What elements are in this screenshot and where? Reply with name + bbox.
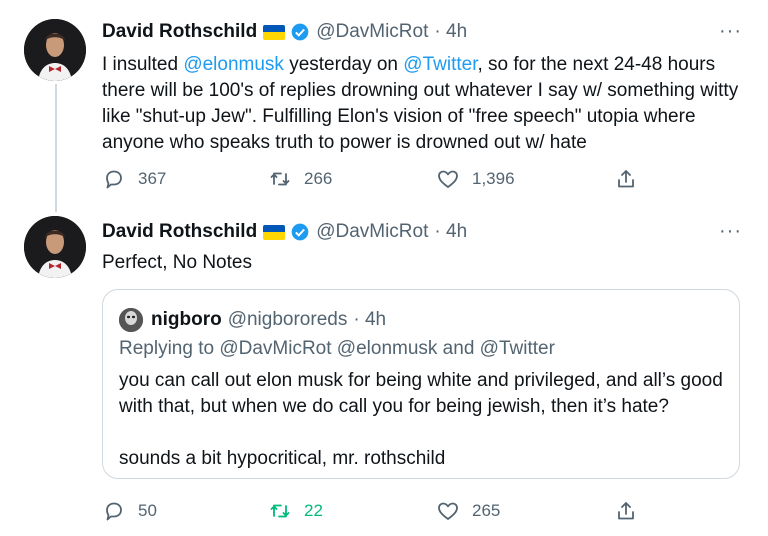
like-count: 265 — [472, 501, 501, 520]
mention-link[interactable]: @Twitter — [403, 54, 477, 75]
retweet-icon — [270, 504, 290, 518]
thread-connector-line — [55, 84, 57, 212]
like-count: 1,396 — [472, 169, 515, 188]
verified-icon — [291, 23, 309, 41]
quoted-timestamp: · 4h — [353, 309, 387, 330]
like-button[interactable]: 265 — [436, 499, 500, 523]
timestamp[interactable]: · 4h — [434, 21, 467, 43]
tweet-header: David Rothschild @DavMicRot · 4h — [102, 21, 467, 43]
author-handle[interactable]: @DavMicRot — [316, 221, 428, 243]
author-name[interactable]: David Rothschild — [102, 21, 257, 43]
tweet-thread: David Rothschild @DavMicRot · 4h ··· I i… — [0, 0, 768, 536]
avatar — [119, 308, 143, 332]
tweet-text: Perfect, No Notes — [102, 252, 252, 273]
share-button[interactable] — [614, 167, 650, 191]
more-icon[interactable]: ··· — [719, 20, 742, 43]
like-icon — [438, 170, 458, 188]
tweet-actions: 367 266 1,396 — [102, 167, 662, 191]
tweet-header: David Rothschild @DavMicRot · 4h — [102, 221, 467, 243]
retweet-icon — [270, 172, 290, 186]
retweet-count: 266 — [304, 169, 333, 188]
ukraine-flag-icon — [263, 224, 286, 240]
more-icon[interactable]: ··· — [719, 220, 742, 243]
tweet-actions: 50 22 265 — [102, 499, 662, 523]
reply-button[interactable]: 50 — [102, 499, 157, 523]
like-icon — [438, 502, 458, 520]
quoted-tweet-text: you can call out elon musk for being whi… — [119, 370, 723, 469]
author-handle[interactable]: @DavMicRot — [316, 21, 428, 43]
share-icon — [618, 502, 634, 520]
timestamp[interactable]: · 4h — [434, 221, 467, 243]
retweet-button[interactable]: 22 — [268, 499, 323, 523]
reply-count: 367 — [138, 169, 167, 188]
reply-icon — [106, 502, 122, 521]
reply-count: 50 — [138, 501, 157, 520]
author-name[interactable]: David Rothschild — [102, 221, 257, 243]
verified-icon — [291, 223, 309, 241]
share-button[interactable] — [614, 499, 650, 523]
reply-icon — [106, 170, 122, 189]
avatar[interactable] — [24, 19, 86, 81]
like-button[interactable]: 1,396 — [436, 167, 515, 191]
tweet-text: I insulted @elonmusk yesterday on @Twitt… — [102, 54, 739, 153]
quoted-tweet[interactable]: nigboro @nigbororeds · 4h Replying to @D… — [102, 289, 740, 479]
quoted-author-handle: @nigbororeds — [227, 309, 348, 330]
quoted-tweet-header: nigboro @nigbororeds · 4h — [119, 308, 386, 332]
quoted-author-name: nigboro — [151, 309, 222, 330]
ukraine-flag-icon — [263, 24, 286, 40]
share-icon — [618, 170, 634, 188]
mention-link[interactable]: @elonmusk — [183, 54, 284, 75]
avatar[interactable] — [24, 216, 86, 278]
replying-to: Replying to @DavMicRot @elonmusk and @Tw… — [119, 338, 555, 359]
retweet-count: 22 — [304, 501, 323, 520]
reply-button[interactable]: 367 — [102, 167, 166, 191]
retweet-button[interactable]: 266 — [268, 167, 332, 191]
